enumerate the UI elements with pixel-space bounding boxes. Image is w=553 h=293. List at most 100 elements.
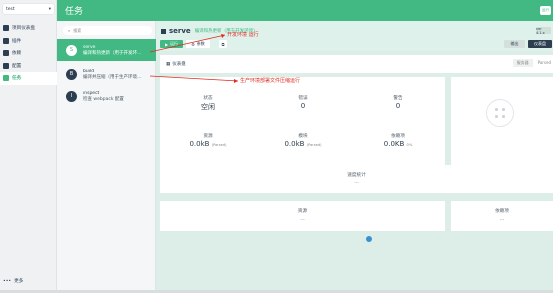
more-button[interactable]: ••• 更多 xyxy=(3,278,24,285)
run-label: 运行 xyxy=(170,41,179,46)
sidebar-item-label: 配置 xyxy=(12,63,22,69)
output-button[interactable]: 输出 xyxy=(504,40,525,48)
sidebar-item-config[interactable]: 配置 xyxy=(0,60,57,73)
play-icon: ▶ xyxy=(164,41,169,47)
stat-label: 警告 xyxy=(393,96,403,101)
annotation-dev: 开发环境 运行 xyxy=(227,32,259,38)
server-select[interactable]: 服务器 xyxy=(512,59,533,67)
sidebar-item-label: 项目仪表盘 xyxy=(12,26,35,32)
project-name: test xyxy=(6,6,15,12)
stat-label: 资源 xyxy=(203,134,213,139)
scroll-top-icon[interactable] xyxy=(366,236,372,242)
search-icon: ⌕ xyxy=(68,28,71,33)
bubble-dot xyxy=(502,108,505,111)
project-select[interactable]: test ▾ xyxy=(3,4,54,14)
output-label: 输出 xyxy=(510,41,519,46)
sidebar-item-dependencies[interactable]: 依赖 xyxy=(0,47,57,60)
dashboard-title: 仪表盘 xyxy=(172,62,186,67)
assets-label: 资源 xyxy=(297,209,308,214)
bubble-dot xyxy=(502,115,505,118)
top-bar: 任务 运行 xyxy=(57,0,553,21)
top-run-button[interactable]: 运行 xyxy=(540,6,551,15)
task-icon: I xyxy=(66,90,77,102)
stat-sub: (Parsed) xyxy=(306,143,322,147)
stat-assets: 资源 0.0kB (Parsed) xyxy=(178,133,238,148)
parameters-label: 参数 xyxy=(196,41,205,46)
stat-dependencies: 依赖项 0.0KB 0% xyxy=(368,133,428,148)
gear-icon: ⚙ xyxy=(191,41,195,47)
chevron-down-icon: ▾ xyxy=(48,6,51,12)
stat-status: 状态 空闲 xyxy=(178,95,238,112)
stat-modules: 模块 0.0kB (Parsed) xyxy=(273,133,333,148)
stats-card: 状态 空闲 错误 0 警告 0 资源 0.0kB (Parsed) 模块 0.0… xyxy=(160,77,445,174)
stat-label: 错误 xyxy=(298,96,308,101)
more-label: 更多 xyxy=(14,279,24,284)
gear-icon xyxy=(3,62,9,69)
bubble-dot xyxy=(495,115,498,118)
size-select[interactable]: Parsed xyxy=(536,59,553,67)
search-input[interactable]: ⌕ 搜索 xyxy=(63,26,152,35)
dashboard-icon xyxy=(3,25,9,32)
stat-value: 空闲 xyxy=(201,103,215,111)
sidebar-item-label: 依赖 xyxy=(12,51,22,57)
sidebar: test ▾ 项目仪表盘 插件 依赖 配置 任务 ••• 更多 xyxy=(0,0,57,293)
task-desc: 编译和热更新（用于开发环... xyxy=(83,50,142,56)
dashboard-icon: ▦ xyxy=(166,61,171,67)
run-button[interactable]: ▶ 运行 xyxy=(160,40,183,48)
tasks-icon xyxy=(3,75,9,82)
dependencies-value: ... xyxy=(499,217,505,222)
task-icon: B xyxy=(66,68,77,80)
sidebar-item-label: 插件 xyxy=(12,38,22,44)
task-icon: S xyxy=(66,44,77,56)
stat-value: 0 xyxy=(300,102,306,110)
annotation-prod: 生产环境部署文件压缩运行 xyxy=(240,78,301,84)
dependencies-label: 依赖项 xyxy=(495,209,509,214)
stat-label: 模块 xyxy=(298,134,308,139)
sidebar-item-label: 任务 xyxy=(12,76,22,82)
stat-errors: 错误 0 xyxy=(273,95,333,110)
stat-label: 状态 xyxy=(203,96,213,101)
stat-value: 0.0KB xyxy=(383,140,405,148)
task-header: serve 编译和热更新（用于开发环境） ver 4.1.x ▶ 运行 ⚙ 参数… xyxy=(156,21,553,51)
speed-stats-value: ... xyxy=(354,180,359,185)
task-detail: serve 编译和热更新（用于开发环境） ver 4.1.x ▶ 运行 ⚙ 参数… xyxy=(156,21,553,293)
puzzle-icon xyxy=(3,37,9,44)
stat-sub: (Parsed) xyxy=(211,143,227,147)
bubble-card: ... xyxy=(451,77,553,174)
stat-value: 0.0kB xyxy=(189,140,210,148)
task-desc: 检查 webpack 配置 xyxy=(83,96,124,102)
task-item-inspect[interactable]: I inspect 检查 webpack 配置 xyxy=(57,85,156,107)
parameters-button[interactable]: ⚙ 参数 xyxy=(186,40,210,48)
dashboard-button[interactable]: 仪表盘 xyxy=(528,40,552,48)
stat-value: 0 xyxy=(395,102,401,110)
task-item-build[interactable]: B build 编译并压缩（用于生产环境... xyxy=(57,63,156,85)
sidebar-nav: 项目仪表盘 插件 依赖 配置 任务 xyxy=(0,22,57,85)
stat-warnings: 警告 0 xyxy=(368,95,428,110)
task-title: serve xyxy=(169,27,191,35)
task-type-icon xyxy=(161,28,166,34)
more-icon: ••• xyxy=(3,278,12,284)
open-icon[interactable]: ⧉ xyxy=(219,40,227,48)
version-badge: ver 4.1.x xyxy=(536,27,551,35)
bubble-dot xyxy=(495,108,498,111)
sidebar-item-dashboard[interactable]: 项目仪表盘 xyxy=(0,22,57,35)
page-title: 任务 xyxy=(65,7,84,17)
dependencies-card: 依赖项 ... xyxy=(451,201,553,231)
task-list: ⌕ 搜索 S serve 编译和热更新（用于开发环... B build 编译并… xyxy=(57,21,156,293)
speed-stats-label: 速度统计 xyxy=(347,173,366,178)
stat-value: 0.0kB xyxy=(284,140,305,148)
task-desc: 编译并压缩（用于生产环境... xyxy=(83,74,142,80)
speed-stats-card: 速度统计 ... xyxy=(160,165,553,193)
dashboard-label: 仪表盘 xyxy=(534,41,546,46)
bubble-placeholder xyxy=(486,99,514,127)
sidebar-item-tasks[interactable]: 任务 xyxy=(0,72,57,85)
assets-value: ... xyxy=(300,217,305,222)
search-placeholder: 搜索 xyxy=(73,27,82,33)
dashboard-bar: ▦ 仪表盘 服务器 Parsed xyxy=(160,55,553,73)
package-icon xyxy=(3,50,9,57)
assets-card: 资源 ... xyxy=(160,201,445,231)
stat-label: 依赖项 xyxy=(391,134,405,139)
sidebar-item-plugins[interactable]: 插件 xyxy=(0,35,57,48)
task-item-serve[interactable]: S serve 编译和热更新（用于开发环... xyxy=(57,39,156,61)
stat-sub: 0% xyxy=(406,143,413,147)
